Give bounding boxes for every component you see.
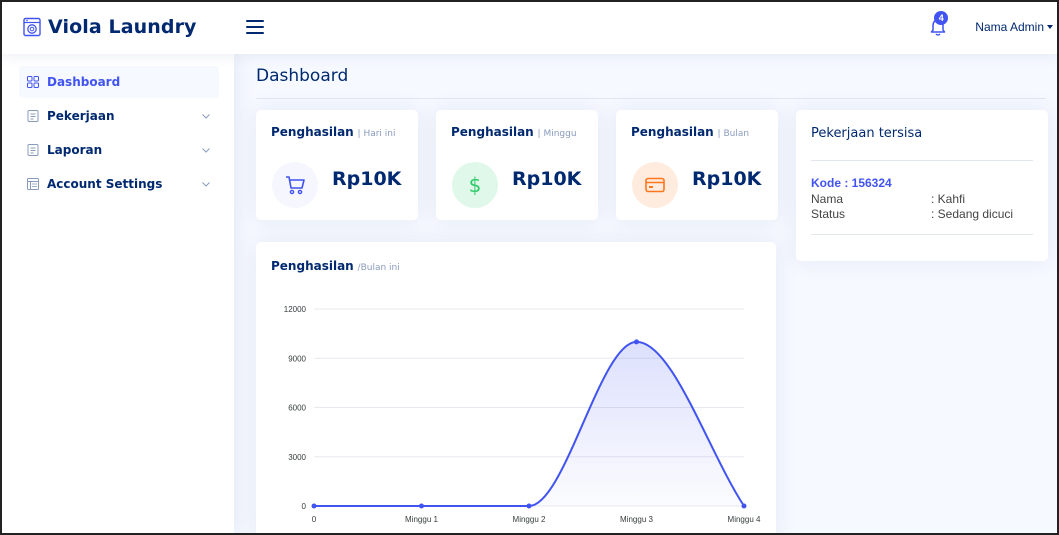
y-tick-label: 12000 bbox=[284, 305, 307, 314]
washing-machine-icon bbox=[23, 17, 41, 37]
card-period: | Bulan bbox=[717, 129, 750, 139]
list-icon bbox=[27, 178, 39, 190]
x-tick-label: 0 bbox=[312, 515, 317, 524]
x-tick-label: Minggu 2 bbox=[513, 515, 546, 524]
income-month-card: Penghasilan | Bulan Rp10K bbox=[616, 110, 778, 220]
sidebar-item-label: Laporan bbox=[47, 143, 103, 157]
card-title: Penghasilan | Minggu bbox=[451, 125, 577, 139]
data-point[interactable] bbox=[741, 503, 747, 509]
income-today-card: Penghasilan | Hari ini Rp10K bbox=[256, 110, 418, 220]
job-field-value: : Kahfi bbox=[931, 192, 966, 206]
job-status-row: Status : Sedang dicuci bbox=[811, 207, 1041, 221]
chart-period: /Bulan ini bbox=[357, 263, 400, 273]
sidebar-item-pekerjaan[interactable]: Pekerjaan bbox=[19, 100, 219, 132]
title-divider bbox=[256, 98, 1046, 99]
app-name: Viola Laundry bbox=[48, 16, 197, 38]
sidebar-item-label: Dashboard bbox=[47, 75, 121, 89]
card-period: | Hari ini bbox=[357, 129, 396, 139]
remaining-jobs-title: Pekerjaan tersisa bbox=[811, 126, 923, 141]
y-tick-label: 9000 bbox=[288, 354, 306, 363]
income-week-card: Penghasilan | Minggu $ Rp10K bbox=[436, 110, 598, 220]
menu-toggle-icon[interactable] bbox=[246, 20, 264, 34]
top-header: Viola Laundry 4 Nama Admin bbox=[0, 0, 1059, 54]
remaining-jobs-card: Pekerjaan tersisa Kode : 156324 Nama : K… bbox=[796, 110, 1048, 261]
data-point[interactable] bbox=[634, 339, 639, 345]
card-title: Penghasilan | Hari ini bbox=[271, 125, 396, 139]
y-tick-label: 6000 bbox=[288, 404, 306, 413]
chart-title-text: Penghasilan bbox=[271, 259, 354, 273]
data-point[interactable] bbox=[526, 503, 532, 509]
dollar-icon: $ bbox=[452, 162, 498, 208]
admin-name: Nama Admin bbox=[975, 20, 1044, 34]
sidebar-item-label: Account Settings bbox=[47, 177, 163, 191]
job-field-label: Status bbox=[811, 207, 846, 221]
svg-text:$: $ bbox=[469, 173, 482, 197]
credit-card-icon bbox=[632, 162, 678, 208]
page-title: Dashboard bbox=[256, 66, 349, 86]
document-icon bbox=[27, 144, 39, 156]
app-logo[interactable]: Viola Laundry bbox=[22, 16, 230, 38]
x-tick-label: Minggu 4 bbox=[728, 515, 761, 524]
y-tick-label: 3000 bbox=[288, 453, 306, 462]
sidebar-item-account-settings[interactable]: Account Settings bbox=[19, 168, 219, 200]
divider bbox=[811, 160, 1033, 161]
series-area-fill bbox=[314, 341, 744, 506]
sidebar-item-laporan[interactable]: Laporan bbox=[19, 134, 219, 166]
cart-icon bbox=[272, 162, 318, 208]
sidebar-item-dashboard[interactable]: Dashboard bbox=[19, 66, 219, 98]
job-field-label: Nama bbox=[811, 192, 844, 206]
chart-title: Penghasilan /Bulan ini bbox=[271, 259, 400, 273]
income-area-chart: 0 3000 6000 9000 12000 0 Minggu 1 Minggu 2 Mingg… bbox=[284, 305, 761, 524]
notification-bell-icon[interactable]: 4 bbox=[927, 11, 949, 38]
card-period: | Minggu bbox=[537, 129, 577, 139]
data-point[interactable] bbox=[419, 503, 424, 509]
chevron-down-icon bbox=[202, 182, 210, 187]
y-tick-label: 0 bbox=[302, 502, 307, 511]
chevron-down-icon bbox=[202, 148, 210, 153]
x-tick-label: Minggu 1 bbox=[405, 515, 438, 524]
divider bbox=[811, 234, 1033, 235]
document-icon bbox=[27, 110, 39, 122]
job-name-row: Nama : Kahfi bbox=[811, 192, 1041, 206]
data-point[interactable] bbox=[311, 503, 317, 509]
chevron-down-icon bbox=[202, 114, 210, 119]
sidebar: Dashboard Pekerjaan Laporan Account Sett… bbox=[0, 54, 234, 535]
job-code-link[interactable]: Kode : 156324 bbox=[811, 176, 892, 190]
card-title-text: Penghasilan bbox=[451, 125, 534, 139]
x-tick-label: Minggu 3 bbox=[620, 515, 653, 524]
card-title-text: Penghasilan bbox=[271, 125, 354, 139]
grid-icon bbox=[27, 76, 39, 88]
admin-dropdown[interactable]: Nama Admin bbox=[975, 20, 1053, 34]
caret-down-icon bbox=[1047, 25, 1053, 29]
income-amount: Rp10K bbox=[692, 168, 762, 190]
income-chart-card: 0 3000 6000 9000 12000 0 Minggu 1 Minggu 2 Mingg… bbox=[256, 242, 776, 535]
sidebar-item-label: Pekerjaan bbox=[47, 109, 115, 123]
job-field-value: : Sedang dicuci bbox=[931, 207, 1014, 221]
income-amount: Rp10K bbox=[332, 168, 402, 190]
card-title: Penghasilan | Bulan bbox=[631, 125, 749, 139]
income-amount: Rp10K bbox=[512, 168, 582, 190]
card-title-text: Penghasilan bbox=[631, 125, 714, 139]
